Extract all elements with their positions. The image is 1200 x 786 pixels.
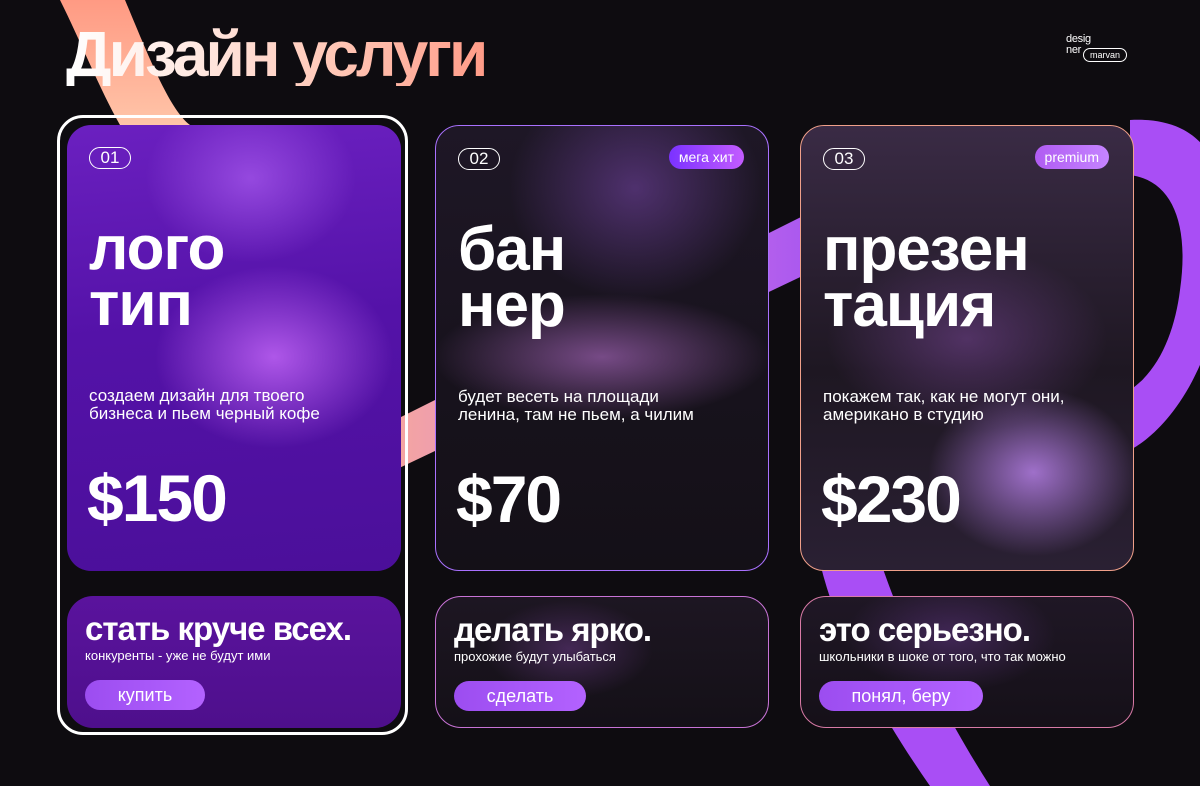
service-price: $230 [821, 462, 962, 536]
service-name-line-1: презен [823, 215, 1030, 284]
cta-subtext: прохожие будут улыбаться [454, 649, 616, 664]
service-name: бан нер [458, 215, 566, 340]
service-description: будет весеть на площади ленина, там не п… [458, 387, 694, 424]
service-price: $150 [87, 461, 228, 535]
buy-button[interactable]: купить [85, 680, 205, 710]
service-description: создаем дизайн для твоего бизнеса и пьем… [89, 386, 320, 423]
cta-slogan: это серьезно. [819, 611, 1031, 648]
cta-card-presentation: это серьезно. школьники в шоке от того, … [800, 596, 1134, 728]
hit-badge: мега хит [668, 145, 744, 169]
service-description: покажем так, как не могут они, американо… [823, 387, 1065, 424]
card-number: 01 [89, 147, 131, 169]
service-price: $70 [456, 462, 562, 536]
service-name-line-2: нер [458, 271, 566, 340]
service-card-presentation[interactable]: 03 premium презен тация покажем так, как… [800, 125, 1134, 571]
purple-loop [1130, 119, 1200, 450]
cta-subtext: конкуренты - уже не будут ими [85, 648, 271, 663]
service-name-line-1: лого [89, 214, 225, 283]
premium-badge: premium [1034, 145, 1109, 169]
cta-card-logo: стать круче всех. конкуренты - уже не бу… [67, 596, 401, 728]
page-title: Дизайн услуги [66, 18, 488, 90]
order-button[interactable]: понял, беру [819, 681, 983, 711]
card-number: 02 [458, 148, 500, 170]
service-card-banner[interactable]: 02 мега хит бан нер будет весеть на площ… [435, 125, 769, 571]
service-name-line-2: тация [823, 271, 996, 340]
cta-slogan: стать круче всех. [85, 610, 352, 647]
make-button[interactable]: сделать [454, 681, 586, 711]
service-name-line-2: тип [89, 270, 193, 339]
cta-subtext: школьники в шоке от того, что так можно [819, 649, 1066, 664]
cta-slogan: делать ярко. [454, 611, 652, 648]
service-name: презен тация [823, 215, 1030, 340]
service-name-line-1: бан [458, 215, 566, 284]
card-number: 03 [823, 148, 865, 170]
service-name: лого тип [89, 214, 225, 339]
cta-card-banner: делать ярко. прохожие будут улыбаться сд… [435, 596, 769, 728]
logo-pill: marvan [1083, 48, 1127, 62]
logo-line-2: ner [1066, 44, 1081, 56]
service-card-logo[interactable]: 01 лого тип создаем дизайн для твоего би… [67, 125, 401, 571]
services-page: Дизайн услуги desig ner marvan 01 лого т… [0, 0, 1200, 786]
designer-logo-icon: desig ner marvan [1064, 34, 1130, 68]
